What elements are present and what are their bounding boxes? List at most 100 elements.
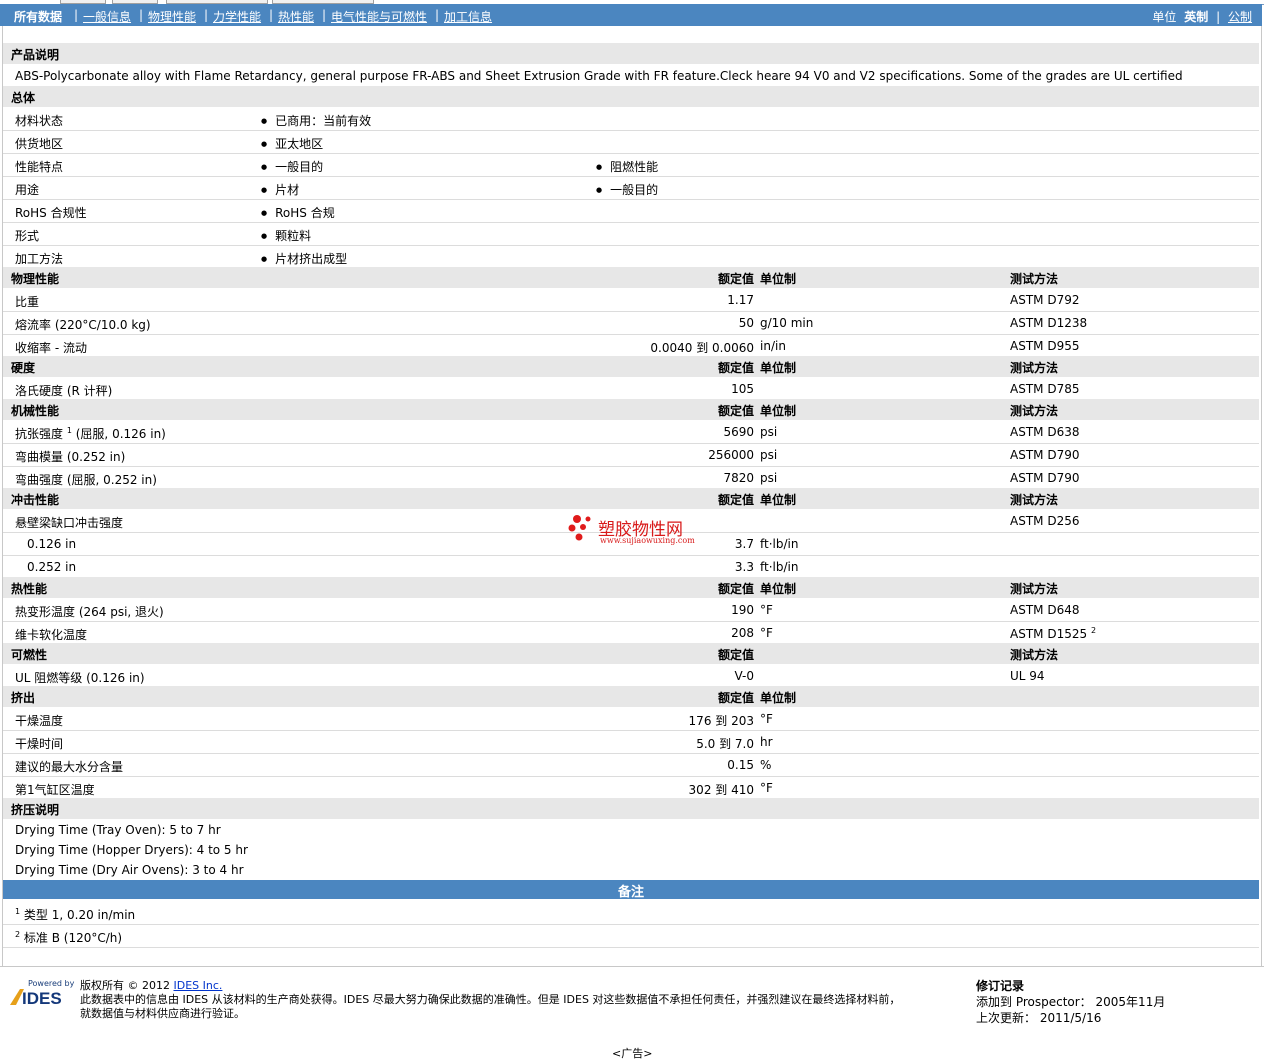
unit-metric-link[interactable]: 公制 xyxy=(1228,10,1252,24)
property-unit: in/in xyxy=(760,339,786,353)
table-row: 第1气缸区温度 302 到 410 °F xyxy=(3,776,1259,800)
nav-all-data[interactable]: 所有数据 xyxy=(14,8,62,25)
nav-separator: | xyxy=(322,8,327,22)
property-value: 一般目的 xyxy=(596,181,658,198)
table-row: UL 阻燃等级 (0.126 in) V-0 UL 94 xyxy=(3,664,1259,688)
property-value: 1.17 xyxy=(727,293,754,307)
property-label: 0.252 in xyxy=(27,560,77,574)
nav-electrical[interactable]: 电气性能与可燃性 xyxy=(331,8,427,25)
table-row: 弯曲强度 (屈服, 0.252 in) 7820 psi ASTM D790 xyxy=(3,466,1259,490)
unit-label: 单位 xyxy=(1152,10,1177,24)
test-method: ASTM D638 xyxy=(1010,425,1080,439)
copyright-line: 版权所有 © 2012 IDES Inc. xyxy=(80,979,900,993)
property-label: 0.126 in xyxy=(27,537,77,551)
property-unit: ft·lb/in xyxy=(760,560,799,574)
property-label: 洛氏硬度 (R 计秤) xyxy=(15,384,113,398)
nav-separator: | xyxy=(269,8,274,22)
test-method: ASTM D256 xyxy=(1010,514,1080,528)
property-value: 3.3 xyxy=(734,560,754,574)
property-unit: % xyxy=(760,758,772,772)
nav-physical[interactable]: 物理性能 xyxy=(148,8,196,25)
copyright-prefix: 版权所有 © 2012 xyxy=(80,979,170,992)
section-header-hardness: 硬度 额定值 单位制 测试方法 xyxy=(3,356,1259,377)
property-value: 5690 xyxy=(723,425,754,439)
property-unit: °F xyxy=(760,626,773,640)
disclaimer-line-1: 此数据表中的信息由 IDES 从该材料的生产商处获得。IDES 尽最大努力确保此… xyxy=(80,993,901,1006)
section-title: 硬度 xyxy=(11,361,36,375)
section-nav-bar: 所有数据 | 一般信息 | 物理性能 | 力学性能 | 热性能 | 电气性能与可… xyxy=(0,4,1262,26)
footnote-text: 2 标准 B (120°C/h) xyxy=(15,929,122,946)
property-label: 干燥时间 xyxy=(15,737,64,751)
test-method: ASTM D790 xyxy=(1010,471,1080,485)
nav-processing[interactable]: 加工信息 xyxy=(444,8,492,25)
property-label: 熔流率 (220°C/10.0 kg) xyxy=(15,318,151,332)
property-unit: hr xyxy=(760,735,773,749)
property-value: 阻燃性能 xyxy=(596,158,658,175)
section-title: 总体 xyxy=(11,91,36,105)
column-header-method: 测试方法 xyxy=(1010,493,1059,507)
footer-copyright-block: 版权所有 © 2012 IDES Inc. 此数据表中的信息由 IDES 从该材… xyxy=(80,979,900,1021)
disclaimer-line-2: 就数据值与材料供应商进行验证。 xyxy=(80,1007,245,1020)
test-method: ASTM D785 xyxy=(1010,382,1080,396)
column-header-method: 测试方法 xyxy=(1010,582,1059,596)
table-row: 形式 颗粒料 xyxy=(3,222,1259,246)
footnote-body: 类型 1, 0.20 in/min xyxy=(23,908,136,922)
footnote-number: 1 xyxy=(15,907,21,916)
section-title: 热性能 xyxy=(11,582,48,596)
property-value: 片材 xyxy=(261,181,299,198)
footnote-row: 1 类型 1, 0.20 in/min xyxy=(3,901,1259,925)
column-header-value: 额定值 xyxy=(717,272,754,286)
footnote-body: 标准 B (120°C/h) xyxy=(23,931,123,945)
label-main: 抗张强度 xyxy=(15,427,64,441)
nav-mechanical[interactable]: 力学性能 xyxy=(213,8,261,25)
ides-logo-text: IDES xyxy=(22,989,62,1008)
footnote-text: 1 类型 1, 0.20 in/min xyxy=(15,906,135,923)
ides-logo[interactable]: Powered by IDES xyxy=(8,979,74,1009)
section-title: 物理性能 xyxy=(11,272,60,286)
revision-updated: 上次更新： 2011/5/16 xyxy=(976,1010,1165,1026)
property-unit: ft·lb/in xyxy=(760,537,799,551)
description-row: ABS-Polycarbonate alloy with Flame Retar… xyxy=(3,64,1259,88)
column-header-method: 测试方法 xyxy=(1010,361,1059,375)
revision-added: 添加到 Prospector： 2005年11月 xyxy=(976,994,1165,1010)
column-header-value: 额定值 xyxy=(717,582,754,596)
test-method: ASTM D648 xyxy=(1010,603,1080,617)
column-header-value: 额定值 xyxy=(717,691,754,705)
section-header-physical: 物理性能 额定值 单位制 测试方法 xyxy=(3,267,1259,288)
footnotes-title: 备注 xyxy=(617,885,644,900)
property-value: 亚太地区 xyxy=(261,135,323,152)
table-row: 热变形温度 (264 psi, 退火) 190 °F ASTM D648 xyxy=(3,598,1259,622)
section-title: 挤压说明 xyxy=(11,803,60,817)
note-text: Drying Time (Hopper Dryers): 4 to 5 hr xyxy=(15,843,248,857)
property-value: 50 xyxy=(738,316,754,330)
table-row: 抗张强度 1 (屈服, 0.126 in) 5690 psi ASTM D638 xyxy=(3,420,1259,444)
property-label: 第1气缸区温度 xyxy=(15,783,95,797)
property-value: 208 xyxy=(731,626,754,640)
table-row: RoHS 合规性 RoHS 合规 xyxy=(3,199,1259,223)
section-header-flammability: 可燃性 额定值 测试方法 xyxy=(3,643,1259,664)
property-label: 比重 xyxy=(15,295,40,309)
column-header-unit: 单位制 xyxy=(760,361,797,375)
footnote-ref[interactable]: 2 xyxy=(1091,626,1096,635)
table-row: 熔流率 (220°C/10.0 kg) 50 g/10 min ASTM D12… xyxy=(3,311,1259,335)
property-label: 建议的最大水分含量 xyxy=(15,760,124,774)
added-value: 2005年11月 xyxy=(1095,995,1166,1009)
unit-english[interactable]: 英制 xyxy=(1184,10,1208,24)
property-value: 176 到 203 xyxy=(688,714,754,728)
column-header-unit: 单位制 xyxy=(760,272,797,286)
nav-separator: | xyxy=(204,8,209,22)
column-header-value: 额定值 xyxy=(717,493,754,507)
footnotes-header: 备注 xyxy=(3,880,1259,900)
nav-separator: | xyxy=(1216,10,1221,24)
test-method: ASTM D1238 xyxy=(1010,316,1088,330)
property-label: 收缩率 - 流动 xyxy=(15,341,87,355)
property-label: 弯曲模量 (0.252 in) xyxy=(15,450,126,464)
table-row: 供货地区 亚太地区 xyxy=(3,130,1259,154)
ides-inc-link[interactable]: IDES Inc. xyxy=(174,979,223,992)
section-header-description: 产品说明 xyxy=(3,43,1259,64)
table-row: 用途 片材 一般目的 xyxy=(3,176,1259,200)
nav-thermal[interactable]: 热性能 xyxy=(278,8,314,25)
nav-general-info[interactable]: 一般信息 xyxy=(83,8,131,25)
column-header-value: 额定值 xyxy=(717,648,754,662)
property-label: 抗张强度 1 (屈服, 0.126 in) xyxy=(15,425,166,442)
